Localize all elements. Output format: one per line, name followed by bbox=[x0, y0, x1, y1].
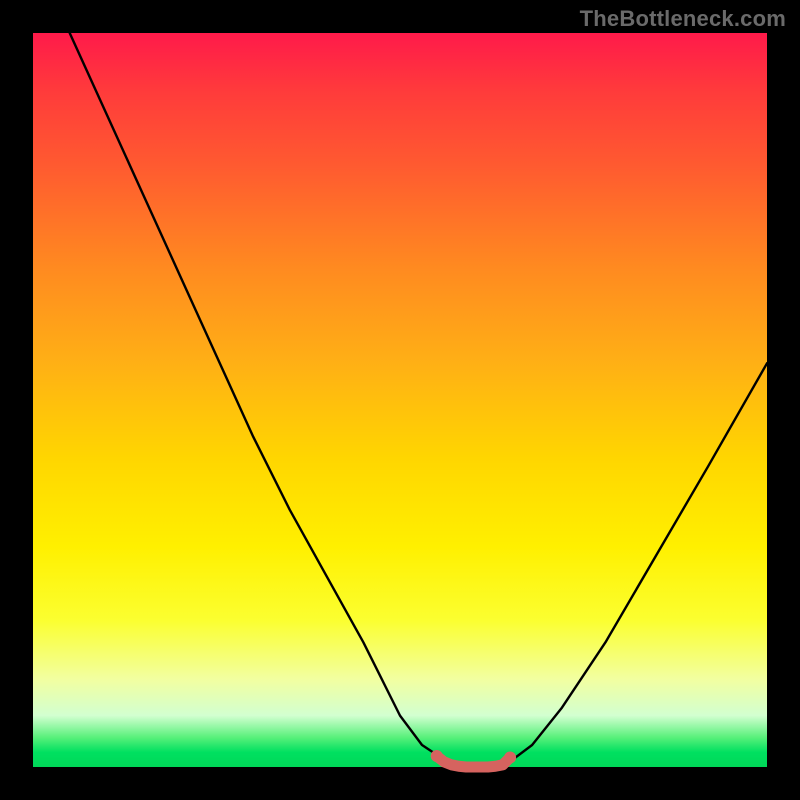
optimal-region bbox=[437, 756, 510, 767]
optimal-region-end-left bbox=[431, 750, 443, 762]
bottleneck-curve bbox=[70, 33, 767, 767]
chart-svg bbox=[33, 33, 767, 767]
chart-frame: TheBottleneck.com bbox=[0, 0, 800, 800]
optimal-region-end-right bbox=[504, 751, 516, 763]
watermark-text: TheBottleneck.com bbox=[580, 6, 786, 32]
plot-area bbox=[33, 33, 767, 767]
